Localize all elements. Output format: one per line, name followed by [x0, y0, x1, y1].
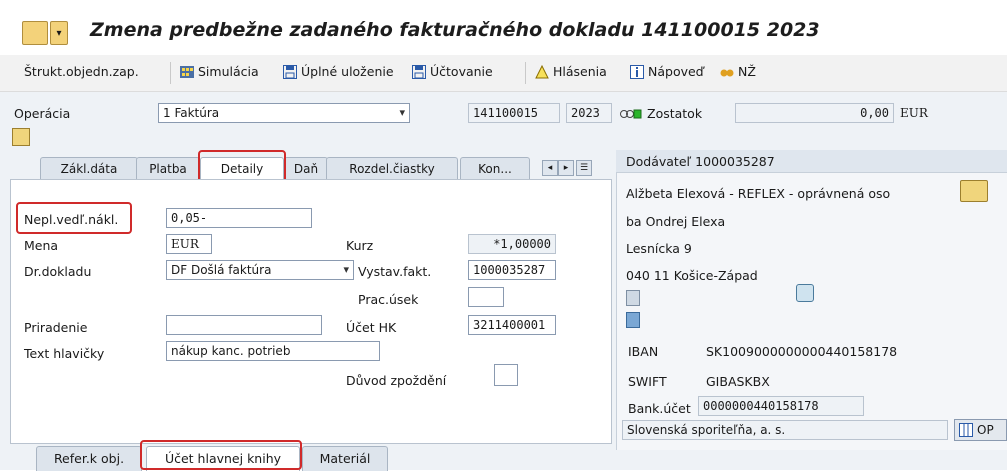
nz-button[interactable]: NŽ	[720, 64, 756, 79]
swift-label: SWIFT	[628, 374, 667, 389]
document-number-field: 141100015	[468, 103, 560, 123]
warning-icon	[535, 64, 549, 78]
tab-material[interactable]: Materiál	[302, 446, 388, 471]
assignment-field[interactable]	[166, 315, 322, 335]
header-text-field[interactable]: nákup kanc. potrieb	[166, 341, 380, 361]
tab-amount-split[interactable]: Rozdel.čiastky	[326, 157, 458, 180]
document-type-select[interactable]: DF Došlá faktúra	[166, 260, 354, 280]
glasses-icon	[720, 69, 734, 76]
currency-field[interactable]: EUR	[166, 234, 212, 254]
header-text-label: Text hlavičky	[24, 346, 105, 361]
vendor-street: Lesnícka 9	[626, 241, 692, 256]
invoicing-party-label: Vystav.fakt.	[358, 264, 432, 279]
vendor-details-icon[interactable]	[796, 284, 814, 302]
exchange-rate-label: Kurz	[346, 238, 374, 253]
vendor-city: 040 11 Košice-Západ	[626, 268, 758, 283]
iban-value: SK1009000000000440158178	[706, 344, 898, 359]
toolbar-label: Hlásenia	[553, 64, 607, 79]
vendor-header: Dodávateľ 1000035287	[626, 154, 775, 169]
currency-label: Mena	[24, 238, 59, 253]
gl-account-field[interactable]: 3211400001	[468, 315, 556, 335]
bank-account-label: Bank.účet	[628, 401, 691, 416]
info-icon	[630, 64, 644, 79]
simulation-button[interactable]: Simulácia	[180, 64, 259, 79]
unplanned-costs-field[interactable]: 0,05-	[166, 208, 312, 228]
table-icon	[959, 423, 973, 437]
toggle-panel-icon[interactable]	[12, 128, 30, 146]
post-button[interactable]: Účtovanie	[412, 64, 493, 79]
balance-label: Zostatok	[647, 106, 703, 121]
sap-menu-icon[interactable]	[22, 21, 48, 45]
document-type-label: Dr.dokladu	[24, 264, 92, 279]
tab-label: Materiál	[319, 451, 371, 466]
tab-basic-data[interactable]: Zákl.dáta	[40, 157, 138, 180]
tab-tax[interactable]: Daň	[284, 157, 328, 180]
balance-field: 0,00	[735, 103, 894, 123]
tab-label: Rozdel.čiastky	[349, 162, 435, 176]
save-icon	[283, 64, 297, 79]
vendor-name-line2: ba Ondrej Elexa	[626, 214, 726, 229]
delay-reason-label: Důvod zpoždění	[346, 373, 447, 388]
vendor-change-icon[interactable]	[960, 180, 988, 202]
highlight-unplanned-costs	[16, 202, 132, 234]
swift-value: GIBASKBX	[706, 374, 770, 389]
post-icon	[412, 64, 426, 79]
dropdown-arrow-icon[interactable]: ▾	[50, 21, 68, 45]
tab-label: Daň	[293, 162, 319, 176]
balance-currency: EUR	[900, 106, 928, 120]
toolbar-divider	[525, 62, 526, 84]
application-toolbar	[0, 55, 1007, 92]
gl-account-label: Účet HK	[346, 320, 397, 335]
full-save-button[interactable]: Úplné uloženie	[283, 64, 394, 79]
assignment-label: Priradenie	[24, 320, 88, 335]
structured-order-entry-button[interactable]: Štrukt.objedn.zap.	[24, 64, 139, 79]
scroll-right-icon[interactable]: ▸	[558, 160, 574, 176]
bank-name-field: Slovenská sporiteľňa, a. s.	[622, 420, 948, 440]
document-year-field: 2023	[566, 103, 612, 123]
tab-list-icon[interactable]: ☰	[576, 160, 592, 176]
toolbar-label: Nápoveď	[648, 64, 704, 79]
tab-contacts[interactable]: Kon...	[460, 157, 530, 180]
vendor-document-icon[interactable]	[626, 290, 640, 306]
operation-label: Operácia	[14, 106, 71, 121]
simulation-icon	[180, 65, 194, 78]
messages-button[interactable]: Hlásenia	[535, 64, 607, 79]
business-area-label: Prac.úsek	[358, 292, 419, 307]
tab-label: Refer.k obj.	[53, 451, 125, 466]
toolbar-label: Simulácia	[198, 64, 259, 79]
tab-label: Platba	[149, 162, 187, 176]
tab-payment[interactable]: Platba	[136, 157, 200, 180]
iban-label: IBAN	[628, 344, 659, 359]
help-button[interactable]: Nápoveď	[630, 64, 704, 79]
exchange-rate-field: *1,00000	[468, 234, 556, 254]
business-area-field[interactable]	[468, 287, 504, 307]
traffic-light-icon	[620, 108, 642, 119]
invoicing-party-field[interactable]: 1000035287	[468, 260, 556, 280]
toolbar-label: Štrukt.objedn.zap.	[24, 64, 139, 79]
tab-label: Kon...	[478, 162, 512, 176]
tab-po-reference[interactable]: Refer.k obj.	[36, 446, 142, 471]
open-items-button[interactable]: OP	[954, 419, 1007, 441]
toolbar-label: NŽ	[738, 64, 756, 79]
toolbar-label: Účtovanie	[430, 64, 493, 79]
bank-account-field: 0000000440158178	[698, 396, 864, 416]
toolbar-divider	[170, 62, 171, 84]
open-items-label: OP	[977, 423, 994, 437]
tab-label: Zákl.dáta	[60, 162, 118, 176]
window-title: Zmena predbežne zadaného fakturačného do…	[90, 19, 820, 41]
scroll-left-icon[interactable]: ◂	[542, 160, 558, 176]
vendor-name-line1: Alžbeta Elexová - REFLEX - oprávnená oso	[626, 186, 891, 201]
highlight-gl-account-tab	[140, 440, 302, 470]
toolbar-label: Úplné uloženie	[301, 64, 394, 79]
delay-reason-field[interactable]	[494, 364, 518, 386]
vendor-calendar-icon[interactable]	[626, 312, 640, 328]
operation-select[interactable]: 1 Faktúra	[158, 103, 410, 123]
